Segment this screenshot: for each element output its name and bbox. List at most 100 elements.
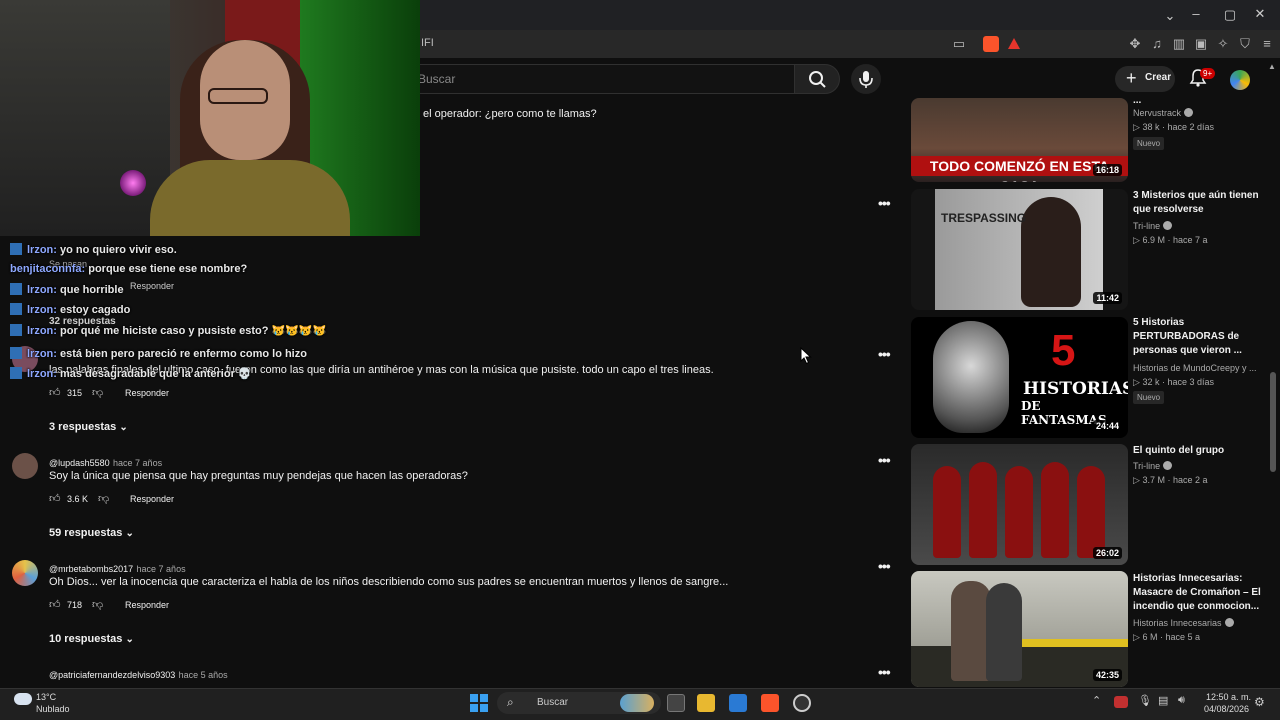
thumbnail-silhouette	[1041, 462, 1069, 558]
sidebar-icon[interactable]: ▥	[1170, 35, 1188, 53]
create-label: Crear	[1145, 72, 1172, 83]
webcam-lamp	[120, 170, 146, 196]
extensions-icon[interactable]: ✥	[1126, 35, 1144, 53]
settings-icon[interactable]: ⚙	[1254, 695, 1265, 709]
account-avatar[interactable]	[1230, 70, 1250, 90]
microphone-icon[interactable]: 🎙︎	[1138, 694, 1152, 707]
video-duration: 16:18	[1092, 164, 1122, 176]
view-count: 6.9 M	[1142, 235, 1165, 245]
thumbnail-silhouette	[1077, 466, 1105, 558]
more-actions-icon[interactable]: •••	[878, 452, 891, 468]
comment-author[interactable]: @patriciafernandezdelviso9303	[49, 670, 175, 680]
channel-name: Nervustrack	[1133, 108, 1182, 118]
video-channel[interactable]: Nervustrack	[1133, 108, 1194, 118]
cast-icon[interactable]: ▭	[950, 35, 968, 53]
avatar[interactable]	[12, 453, 38, 479]
clock-time[interactable]: 12:50 a. m.	[1206, 692, 1251, 702]
weather-condition[interactable]: Nublado	[36, 704, 70, 714]
video-thumbnail[interactable]: TRESPASSING 11:42	[911, 189, 1128, 310]
chat-badge-icon	[10, 367, 22, 379]
voice-search-button[interactable]	[851, 64, 881, 94]
chat-username: lrzon:	[27, 284, 57, 296]
wallet-icon[interactable]: ▣	[1192, 35, 1210, 53]
chevron-down-icon[interactable]: ⌄	[1160, 8, 1180, 24]
brave-rewards-icon[interactable]	[1008, 38, 1020, 49]
video-thumbnail[interactable]: TODO COMENZÓ EN ESTA CASA 16:18	[911, 98, 1128, 182]
channel-name: Historias Innecesarias	[1133, 618, 1222, 628]
comment-time[interactable]: hace 7 años	[137, 564, 186, 574]
widgets-icon[interactable]	[620, 694, 654, 712]
video-title[interactable]: Historias Innecesarias: Masacre de Croma…	[1133, 572, 1263, 614]
comment-header: @mrbetabombs2017 hace 7 años	[49, 561, 186, 575]
minimize-icon[interactable]: –	[1186, 6, 1206, 21]
video-thumbnail[interactable]: 26:02	[911, 444, 1128, 565]
video-channel[interactable]: Historias de MundoCreepy y ...	[1133, 363, 1257, 373]
maximize-icon[interactable]: ▢	[1220, 7, 1240, 23]
windows-start-icon[interactable]	[470, 694, 488, 712]
comment-time[interactable]: hace 7 años	[113, 458, 162, 468]
chevron-up-icon[interactable]: ⌃	[1092, 694, 1101, 707]
search-button[interactable]	[794, 64, 840, 94]
dislike-icon[interactable]: 👎︎	[98, 493, 110, 505]
leo-ai-icon[interactable]: ✧	[1214, 35, 1232, 53]
like-icon[interactable]: 👍︎	[49, 493, 61, 505]
volume-icon[interactable]: 🔊︎	[1178, 694, 1185, 707]
replies-label: 3 respuestas	[49, 421, 117, 433]
replies-toggle[interactable]: 59 respuestas ⌄	[49, 527, 134, 539]
video-thumbnail[interactable]: 42:35	[911, 571, 1128, 687]
network-icon[interactable]: ▤	[1158, 694, 1168, 707]
dislike-icon[interactable]: 👎︎	[92, 387, 104, 399]
more-actions-icon[interactable]: •••	[878, 346, 891, 362]
reply-button[interactable]: Responder	[125, 388, 169, 398]
video-thumbnail[interactable]: 5 HISTORIAS DE FANTASMAS 24:44	[911, 317, 1128, 438]
task-view-icon[interactable]	[667, 694, 685, 712]
chat-message: lrzon: que horrible	[10, 283, 124, 296]
menu-icon[interactable]: ≡	[1258, 35, 1276, 53]
comment-author[interactable]: @lupdash5580	[49, 458, 110, 468]
page-scrollbar[interactable]	[1270, 372, 1276, 472]
brave-shield-icon[interactable]	[983, 36, 999, 52]
verified-icon	[1184, 108, 1194, 117]
more-actions-icon[interactable]: •••	[878, 664, 891, 680]
video-title[interactable]: ...	[1133, 94, 1263, 108]
search-input[interactable]: Buscar	[405, 64, 795, 94]
brave-browser-icon[interactable]	[761, 694, 779, 712]
clock-date[interactable]: 04/08/2026	[1204, 704, 1249, 714]
create-button[interactable]: + Crear	[1115, 66, 1175, 92]
more-actions-icon[interactable]: •••	[878, 558, 891, 574]
scroll-up-icon[interactable]: ▲	[1268, 62, 1276, 71]
chat-message: lrzon: está bien pero pareció re enfermo…	[10, 347, 307, 360]
weather-temperature[interactable]: 13°C	[36, 692, 56, 702]
video-duration: 26:02	[1092, 547, 1122, 559]
like-icon[interactable]: 👍︎	[49, 387, 61, 399]
obs-icon[interactable]	[793, 694, 811, 712]
tray-app-icon[interactable]	[1114, 696, 1128, 708]
reply-button[interactable]: Responder	[125, 600, 169, 610]
video-title[interactable]: El quinto del grupo	[1133, 444, 1263, 458]
video-channel[interactable]: Historias Innecesarias	[1133, 618, 1234, 628]
chevron-down-icon: ⌄	[119, 422, 128, 433]
comment-header: @lupdash5580 hace 7 años	[49, 455, 162, 469]
comment-author[interactable]: @mrbetabombs2017	[49, 564, 133, 574]
reply-button[interactable]: Responder	[130, 494, 174, 504]
video-title[interactable]: 3 Misterios que aún tienen que resolvers…	[1133, 189, 1263, 217]
vpn-icon[interactable]: ⛉	[1236, 35, 1254, 53]
close-icon[interactable]: ✕	[1250, 6, 1270, 22]
music-icon[interactable]: ♫	[1148, 35, 1166, 53]
url-text[interactable]: IFI	[421, 37, 434, 49]
play-icon: ▷	[1133, 235, 1140, 245]
comment-time[interactable]: hace 5 años	[179, 670, 228, 680]
video-channel[interactable]: Tri-line	[1133, 221, 1173, 231]
avatar[interactable]	[12, 560, 38, 586]
video-channel[interactable]: Tri-line	[1133, 461, 1173, 471]
more-actions-icon[interactable]: •••	[878, 195, 891, 211]
microsoft-store-icon[interactable]	[729, 694, 747, 712]
like-icon[interactable]: 👍︎	[49, 599, 61, 611]
dislike-icon[interactable]: 👎︎	[92, 599, 104, 611]
replies-toggle[interactable]: 10 respuestas ⌄	[49, 633, 134, 645]
replies-toggle[interactable]: 3 respuestas ⌄	[49, 421, 128, 433]
file-explorer-icon[interactable]	[697, 694, 715, 712]
ghost-reply-button[interactable]: Responder	[130, 281, 174, 291]
thumbnail-person	[951, 581, 991, 681]
video-title[interactable]: 5 Historias PERTURBADORAS de personas qu…	[1133, 316, 1263, 358]
